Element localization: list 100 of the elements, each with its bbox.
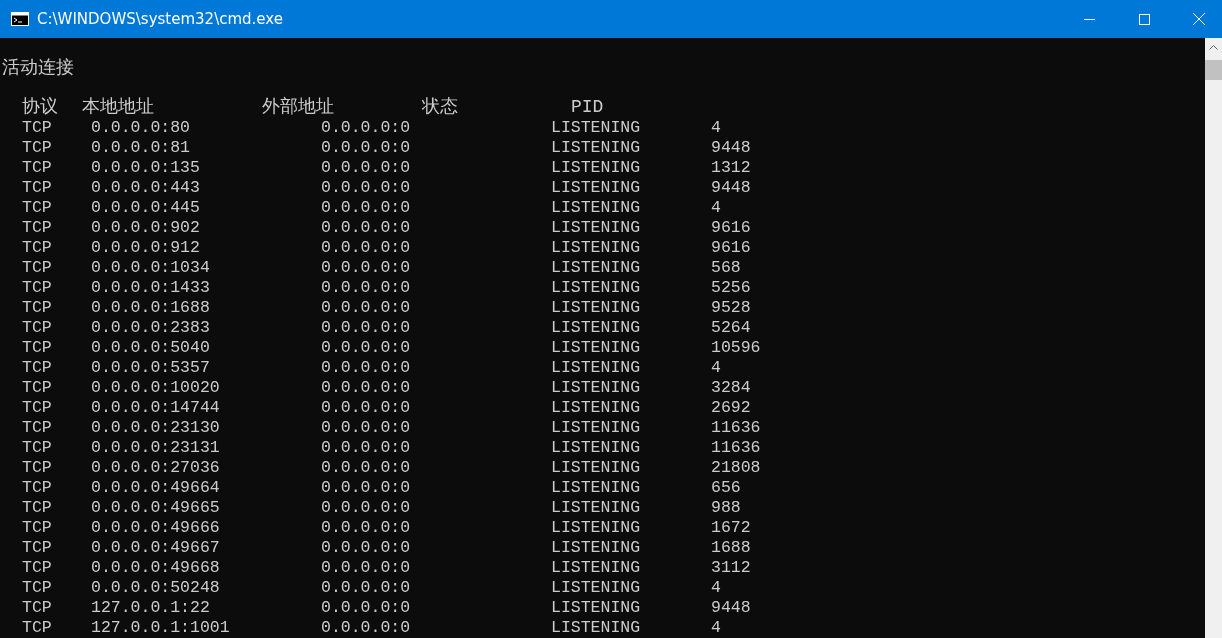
table-cell: TCP <box>22 598 52 618</box>
table-cell: 1688 <box>711 538 751 558</box>
table-cell: LISTENING <box>551 258 641 278</box>
table-cell: 0.0.0.0:912 <box>91 238 200 258</box>
table-cell: 9528 <box>711 298 751 318</box>
column-header: 状态 <box>422 96 458 118</box>
table-cell: 4 <box>711 118 721 138</box>
table-cell: TCP <box>22 358 52 378</box>
table-cell: LISTENING <box>551 518 641 538</box>
table-cell: 9448 <box>711 178 751 198</box>
table-cell: 0.0.0.0:1688 <box>91 298 210 318</box>
table-cell: LISTENING <box>551 318 641 338</box>
table-cell: TCP <box>22 338 52 358</box>
table-cell: 4 <box>711 618 721 638</box>
table-cell: LISTENING <box>551 178 641 198</box>
table-cell: 0.0.0.0:0 <box>321 238 411 258</box>
table-cell: 0.0.0.0:135 <box>91 158 200 178</box>
table-cell: 0.0.0.0:5040 <box>91 338 210 358</box>
table-cell: 21808 <box>711 458 761 478</box>
table-cell: 988 <box>711 498 741 518</box>
table-cell: TCP <box>22 258 52 278</box>
table-cell: TCP <box>22 198 52 218</box>
table-cell: LISTENING <box>551 338 641 358</box>
table-cell: TCP <box>22 458 52 478</box>
column-header: 外部地址 <box>262 96 334 118</box>
table-cell: LISTENING <box>551 538 641 558</box>
table-cell: 9448 <box>711 138 751 158</box>
table-cell: 5264 <box>711 318 751 338</box>
table-cell: 0.0.0.0:49665 <box>91 498 220 518</box>
table-cell: 3112 <box>711 558 751 578</box>
table-cell: 4 <box>711 198 721 218</box>
table-cell: TCP <box>22 318 52 338</box>
table-cell: 0.0.0.0:49666 <box>91 518 220 538</box>
table-cell: TCP <box>22 118 52 138</box>
table-cell: LISTENING <box>551 398 641 418</box>
table-cell: LISTENING <box>551 498 641 518</box>
table-cell: LISTENING <box>551 478 641 498</box>
table-cell: 9616 <box>711 238 751 258</box>
table-cell: 0.0.0.0:902 <box>91 218 200 238</box>
table-cell: 0.0.0.0:0 <box>321 258 411 278</box>
table-cell: 0.0.0.0:0 <box>321 578 411 598</box>
table-cell: TCP <box>22 558 52 578</box>
table-cell: 0.0.0.0:10020 <box>91 378 220 398</box>
table-cell: 0.0.0.0:49664 <box>91 478 220 498</box>
table-cell: LISTENING <box>551 598 641 618</box>
table-cell: 127.0.0.1:22 <box>91 598 210 618</box>
table-cell: 0.0.0.0:23131 <box>91 438 220 458</box>
table-cell: 0.0.0.0:0 <box>321 458 411 478</box>
table-cell: TCP <box>22 618 52 638</box>
table-cell: 0.0.0.0:14744 <box>91 398 220 418</box>
column-header: 本地地址 <box>82 96 154 118</box>
table-cell: TCP <box>22 278 52 298</box>
console-icon <box>11 12 29 26</box>
table-cell: 0.0.0.0:27036 <box>91 458 220 478</box>
table-cell: 0.0.0.0:0 <box>321 298 411 318</box>
table-cell: 1312 <box>711 158 751 178</box>
table-cell: LISTENING <box>551 158 641 178</box>
table-cell: 0.0.0.0:0 <box>321 318 411 338</box>
table-cell: 0.0.0.0:0 <box>321 398 411 418</box>
table-cell: LISTENING <box>551 618 641 638</box>
table-cell: 4 <box>711 358 721 378</box>
table-cell: 0.0.0.0:0 <box>321 478 411 498</box>
table-cell: LISTENING <box>551 298 641 318</box>
table-cell: TCP <box>22 518 52 538</box>
table-cell: TCP <box>22 478 52 498</box>
scrollbar[interactable] <box>1205 38 1222 638</box>
scroll-thumb[interactable] <box>1205 60 1222 80</box>
table-cell: LISTENING <box>551 358 641 378</box>
table-cell: TCP <box>22 578 52 598</box>
table-cell: 0.0.0.0:0 <box>321 138 411 158</box>
table-cell: TCP <box>22 538 52 558</box>
table-cell: 0.0.0.0:80 <box>91 118 191 138</box>
table-cell: 10596 <box>711 338 761 358</box>
table-cell: 0.0.0.0:443 <box>91 178 200 198</box>
table-cell: TCP <box>22 398 52 418</box>
table-cell: 11636 <box>711 438 761 458</box>
table-cell: TCP <box>22 218 52 238</box>
table-cell: TCP <box>22 138 52 158</box>
table-cell: 0.0.0.0:0 <box>321 118 411 138</box>
table-cell: 5256 <box>711 278 751 298</box>
table-cell: LISTENING <box>551 278 641 298</box>
table-cell: 3284 <box>711 378 751 398</box>
scroll-up-icon[interactable] <box>1209 45 1218 50</box>
column-header: PID <box>571 96 604 118</box>
table-cell: TCP <box>22 418 52 438</box>
table-cell: 4 <box>711 578 721 598</box>
table-cell: 2692 <box>711 398 751 418</box>
table-cell: TCP <box>22 498 52 518</box>
table-cell: 0.0.0.0:0 <box>321 518 411 538</box>
table-cell: 0.0.0.0:1433 <box>91 278 210 298</box>
table-cell: 0.0.0.0:0 <box>321 378 411 398</box>
table-cell: TCP <box>22 238 52 258</box>
table-cell: 9448 <box>711 598 751 618</box>
table-cell: 11636 <box>711 418 761 438</box>
table-cell: 0.0.0.0:0 <box>321 538 411 558</box>
table-cell: 0.0.0.0:2383 <box>91 318 210 338</box>
table-cell: 0.0.0.0:49667 <box>91 538 220 558</box>
table-cell: 0.0.0.0:23130 <box>91 418 220 438</box>
table-cell: 0.0.0.0:0 <box>321 358 411 378</box>
table-cell: LISTENING <box>551 118 641 138</box>
